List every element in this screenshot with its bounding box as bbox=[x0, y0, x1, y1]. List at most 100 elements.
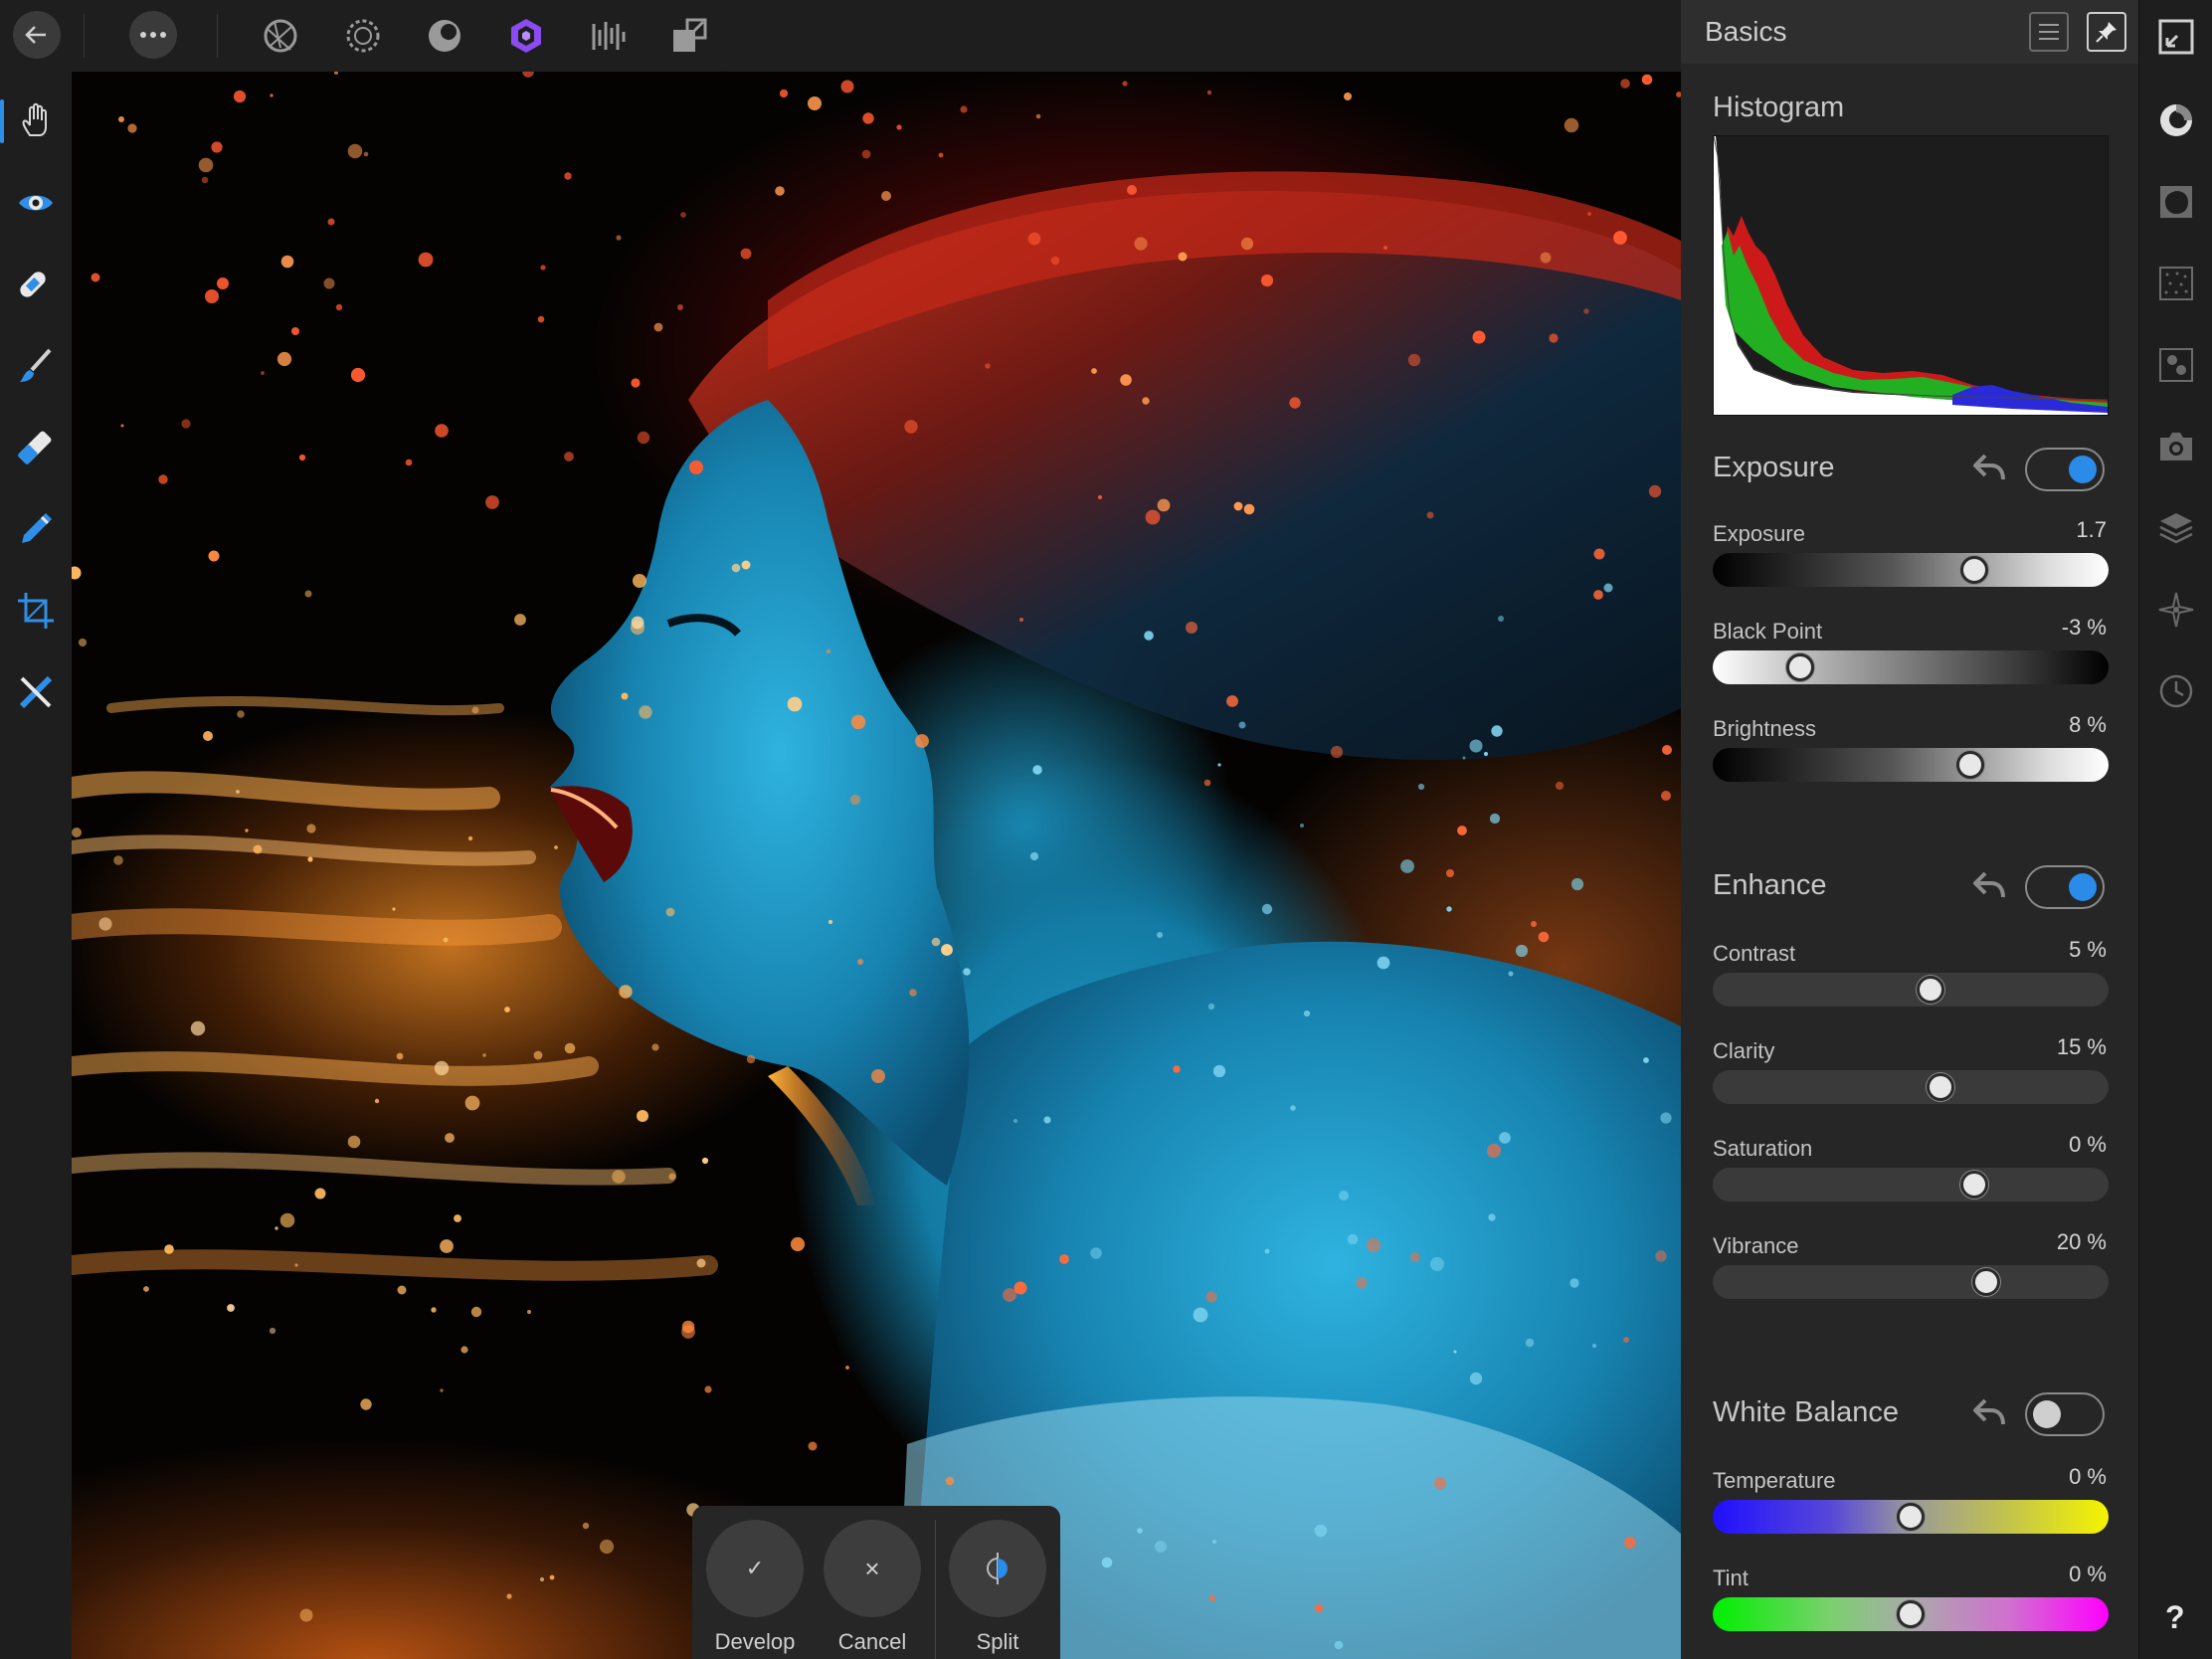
lens-studio-button[interactable] bbox=[2155, 426, 2197, 467]
export-persona-icon bbox=[592, 22, 626, 50]
slider-track[interactable] bbox=[1713, 748, 2109, 782]
cancel-button[interactable]: × bbox=[824, 1520, 921, 1617]
slider-thumb[interactable] bbox=[1959, 1171, 1988, 1198]
red-eye-tool-icon bbox=[19, 675, 53, 709]
enhance-section-title: Enhance bbox=[1713, 869, 1827, 901]
vignette-studio-button[interactable] bbox=[2155, 181, 2197, 223]
white-balance-reset-icon[interactable] bbox=[1969, 1392, 2009, 1432]
overlays-studio-icon bbox=[2159, 513, 2193, 544]
arrow-left-icon bbox=[25, 26, 46, 44]
panel-menu-button[interactable] bbox=[2029, 12, 2069, 52]
share-button[interactable] bbox=[665, 12, 713, 60]
hand-tool[interactable] bbox=[12, 97, 60, 145]
photo-persona-button[interactable] bbox=[257, 12, 304, 60]
slider-track[interactable] bbox=[1713, 650, 2109, 684]
split-label: Split bbox=[976, 1629, 1019, 1654]
develop-label: Develop bbox=[714, 1629, 796, 1654]
toggle-knob bbox=[2069, 873, 2097, 901]
slider-track[interactable] bbox=[1713, 553, 2109, 587]
white-balance-toggle[interactable] bbox=[2025, 1392, 2105, 1436]
image-canvas[interactable] bbox=[72, 72, 1681, 1659]
slider-thumb[interactable] bbox=[1955, 751, 1984, 779]
develop-persona-button[interactable] bbox=[421, 12, 468, 60]
blemish-removal-tool-icon bbox=[20, 272, 46, 297]
histogram-graph bbox=[1713, 135, 2109, 415]
hand-tool-icon bbox=[22, 102, 47, 136]
basics-studio-button[interactable] bbox=[2155, 99, 2197, 141]
overlay-gradient-tool-icon bbox=[18, 431, 52, 464]
action-bar: ✓ Develop × Cancel Split bbox=[692, 1506, 1060, 1659]
slider-label: Tint bbox=[1713, 1566, 1749, 1590]
studio-bar: ? bbox=[2138, 0, 2212, 1659]
history-studio-button[interactable] bbox=[2155, 670, 2197, 712]
slider-thumb[interactable] bbox=[1897, 1600, 1925, 1628]
close-icon: × bbox=[864, 1553, 880, 1583]
develop-button[interactable]: ✓ bbox=[706, 1520, 804, 1617]
exposure-toggle[interactable] bbox=[2025, 448, 2105, 491]
slider-label: Vibrance bbox=[1713, 1233, 1799, 1258]
panel-title: Basics bbox=[1705, 16, 1787, 47]
tone-mapping-persona-icon bbox=[511, 19, 541, 53]
slider-thumb[interactable] bbox=[1926, 1073, 1954, 1101]
blemish-removal-tool[interactable] bbox=[12, 261, 60, 308]
slider-track[interactable] bbox=[1713, 1500, 2109, 1534]
overlays-studio-button[interactable] bbox=[2155, 507, 2197, 549]
vignette-studio-icon bbox=[2160, 186, 2192, 218]
slider-label: Contrast bbox=[1713, 941, 1796, 966]
liquify-persona-button[interactable] bbox=[339, 12, 387, 60]
histogram-title: Histogram bbox=[1713, 92, 1845, 123]
slider-thumb[interactable] bbox=[1916, 976, 1944, 1004]
slider-thumb[interactable] bbox=[1785, 653, 1814, 681]
overlay-gradient-tool[interactable] bbox=[12, 424, 60, 471]
slider-value: 15 % bbox=[2056, 1034, 2107, 1059]
split-button[interactable] bbox=[949, 1520, 1046, 1617]
basics-studio-icon bbox=[2160, 104, 2192, 136]
overlay-paint-tool-icon bbox=[22, 513, 52, 543]
slider-thumb[interactable] bbox=[1971, 1268, 2000, 1296]
enhance-reset-icon[interactable] bbox=[1969, 865, 2009, 905]
slider-track[interactable] bbox=[1713, 1070, 2109, 1104]
export-persona-button[interactable] bbox=[584, 12, 632, 60]
help-button[interactable]: ? bbox=[2165, 1599, 2185, 1636]
white-balance-section-title: White Balance bbox=[1713, 1396, 1899, 1428]
slider-track[interactable] bbox=[1713, 1168, 2109, 1201]
fit-screen-button[interactable] bbox=[2155, 16, 2197, 58]
slider-value: 8 % bbox=[2069, 712, 2107, 737]
slider-value: 1.7 bbox=[2076, 517, 2107, 542]
slider-thumb[interactable] bbox=[1897, 1503, 1925, 1531]
slider-track[interactable] bbox=[1713, 1265, 2109, 1299]
noise-studio-button[interactable] bbox=[2155, 263, 2197, 304]
slider-label: Temperature bbox=[1713, 1468, 1836, 1493]
crop-tool[interactable] bbox=[12, 587, 60, 635]
slider-track[interactable] bbox=[1713, 1597, 2109, 1631]
enhance-toggle[interactable] bbox=[2025, 865, 2105, 909]
fit-screen-icon bbox=[2158, 19, 2194, 55]
back-button[interactable] bbox=[13, 11, 61, 59]
red-eye-tool[interactable] bbox=[12, 668, 60, 716]
slider-track[interactable] bbox=[1713, 973, 2109, 1007]
slider-thumb[interactable] bbox=[1959, 556, 1988, 584]
navigator-studio-button[interactable] bbox=[2155, 589, 2197, 631]
view-tool[interactable] bbox=[12, 179, 60, 227]
noise-studio-icon bbox=[2159, 267, 2193, 300]
brush-tool[interactable] bbox=[12, 342, 60, 390]
detail-studio-icon bbox=[2159, 348, 2193, 382]
slider-value: 0 % bbox=[2069, 1464, 2107, 1489]
checkmark-icon: ✓ bbox=[745, 1556, 765, 1580]
slider-value: 0 % bbox=[2069, 1132, 2107, 1157]
pin-panel-button[interactable] bbox=[2087, 12, 2126, 52]
slider-value: 20 % bbox=[2056, 1229, 2107, 1254]
exposure-reset-icon[interactable] bbox=[1969, 448, 2009, 487]
slider-label: Exposure bbox=[1713, 521, 1805, 546]
tone-mapping-persona-button[interactable] bbox=[502, 12, 550, 60]
overlay-paint-tool[interactable] bbox=[12, 505, 60, 553]
detail-studio-button[interactable] bbox=[2155, 344, 2197, 386]
cancel-label: Cancel bbox=[837, 1629, 907, 1654]
more-button[interactable] bbox=[129, 11, 177, 59]
brush-tool-icon bbox=[20, 348, 52, 382]
basics-panel: Basics Histogram Exposure Exposure 1.7 B… bbox=[1681, 0, 2138, 1659]
slider-value: -3 % bbox=[2061, 615, 2107, 640]
histogram bbox=[1713, 135, 2109, 416]
toggle-knob bbox=[2033, 1400, 2061, 1428]
crop-tool-icon bbox=[18, 593, 54, 629]
